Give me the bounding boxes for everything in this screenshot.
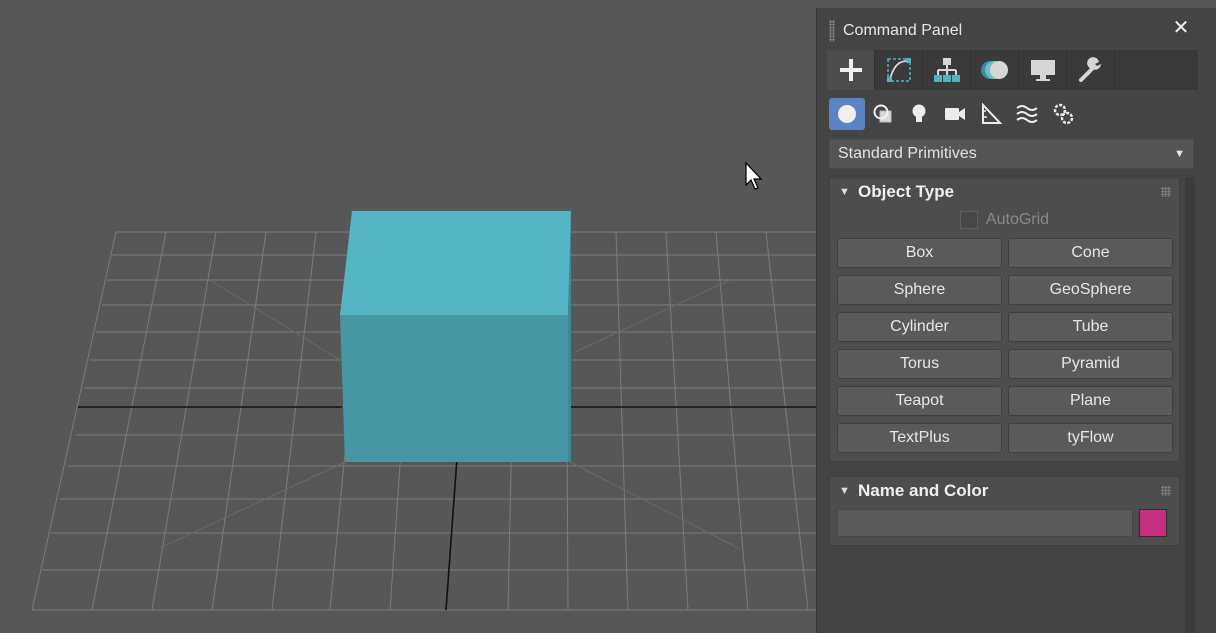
collapse-triangle-icon: ▼: [839, 186, 850, 198]
systems-gears-icon: [1053, 103, 1074, 125]
box-front-face[interactable]: [340, 315, 568, 462]
sphere-button[interactable]: Sphere: [837, 275, 1002, 305]
name-and-color-header[interactable]: ▼ Name and Color: [830, 477, 1179, 505]
category-shapes[interactable]: [865, 98, 901, 130]
teapot-button[interactable]: Teapot: [837, 386, 1002, 416]
panel-title: Command Panel: [843, 22, 963, 39]
object-type-rollout: ▼ Object Type AutoGrid Box Cone Sphere G…: [829, 177, 1180, 462]
geosphere-button[interactable]: GeoSphere: [1008, 275, 1173, 305]
object-name-field[interactable]: [837, 509, 1133, 537]
hierarchy-icon: [933, 58, 960, 82]
panel-scrollbar[interactable]: [1185, 177, 1195, 633]
category-cameras[interactable]: [937, 98, 973, 130]
name-color-row: [830, 505, 1179, 545]
autogrid-label: AutoGrid: [985, 211, 1050, 228]
torus-button[interactable]: Torus: [837, 349, 1002, 379]
textplus-button[interactable]: TextPlus: [837, 423, 1002, 453]
primitive-buttons: Box Cone Sphere GeoSphere Cylinder Tube …: [830, 234, 1179, 461]
tab-motion[interactable]: [971, 50, 1019, 90]
collapse-triangle-icon: ▼: [839, 485, 850, 497]
name-and-color-rollout: ▼ Name and Color: [829, 476, 1180, 546]
object-category-toolbar: [829, 98, 1081, 130]
category-space-warps[interactable]: [1009, 98, 1045, 130]
dropdown-selected-value: Standard Primitives: [838, 145, 977, 162]
modify-curve-icon: [886, 58, 911, 82]
close-icon[interactable]: ✕: [1169, 16, 1193, 40]
box-object[interactable]: [340, 211, 571, 462]
plane-button[interactable]: Plane: [1008, 386, 1173, 416]
category-helpers[interactable]: [973, 98, 1009, 130]
create-plus-icon: [839, 59, 862, 81]
helpers-ruler-icon: [982, 103, 1002, 124]
display-monitor-icon: [1030, 60, 1055, 81]
object-type-title: Object Type: [858, 182, 955, 201]
utilities-wrench-icon: [1078, 57, 1101, 82]
motion-icon: [980, 61, 1008, 79]
primitive-type-dropdown[interactable]: Standard Primitives ▼: [829, 139, 1194, 169]
pyramid-button[interactable]: Pyramid: [1008, 349, 1173, 379]
panel-drag-handle[interactable]: [829, 20, 835, 42]
viewport-scene: [31, 211, 816, 611]
category-systems[interactable]: [1045, 98, 1081, 130]
rollout-grip-icon[interactable]: [1161, 486, 1171, 496]
space-warps-icon: [1016, 105, 1038, 123]
mouse-pointer-icon: [745, 162, 763, 190]
cameras-icon: [945, 108, 965, 120]
box-top-face[interactable]: [340, 211, 571, 315]
dropdown-arrow-icon: ▼: [1174, 148, 1185, 160]
autogrid-option: AutoGrid: [830, 206, 1179, 234]
tab-display[interactable]: [1019, 50, 1067, 90]
tab-utilities[interactable]: [1067, 50, 1115, 90]
object-type-header[interactable]: ▼ Object Type: [830, 178, 1179, 206]
autogrid-checkbox[interactable]: [959, 211, 978, 229]
cone-button[interactable]: Cone: [1008, 238, 1173, 268]
tab-modify[interactable]: [875, 50, 923, 90]
rollout-grip-icon[interactable]: [1161, 187, 1171, 197]
name-and-color-title: Name and Color: [858, 481, 989, 500]
box-button[interactable]: Box: [837, 238, 1002, 268]
perspective-viewport[interactable]: [0, 0, 816, 633]
lights-bulb-icon: [912, 104, 926, 122]
command-panel-tabs: [827, 50, 1198, 90]
tyflow-button[interactable]: tyFlow: [1008, 423, 1173, 453]
tab-create[interactable]: [827, 50, 875, 90]
object-color-swatch[interactable]: [1139, 509, 1167, 537]
category-lights[interactable]: [901, 98, 937, 130]
shapes-icon: [873, 104, 892, 123]
geometry-sphere-icon: [838, 105, 856, 123]
category-geometry[interactable]: [829, 98, 865, 130]
tab-hierarchy[interactable]: [923, 50, 971, 90]
cylinder-button[interactable]: Cylinder: [837, 312, 1002, 342]
tube-button[interactable]: Tube: [1008, 312, 1173, 342]
command-panel: Command Panel ✕ Standard Primitives ▼ ▼ …: [816, 8, 1216, 633]
